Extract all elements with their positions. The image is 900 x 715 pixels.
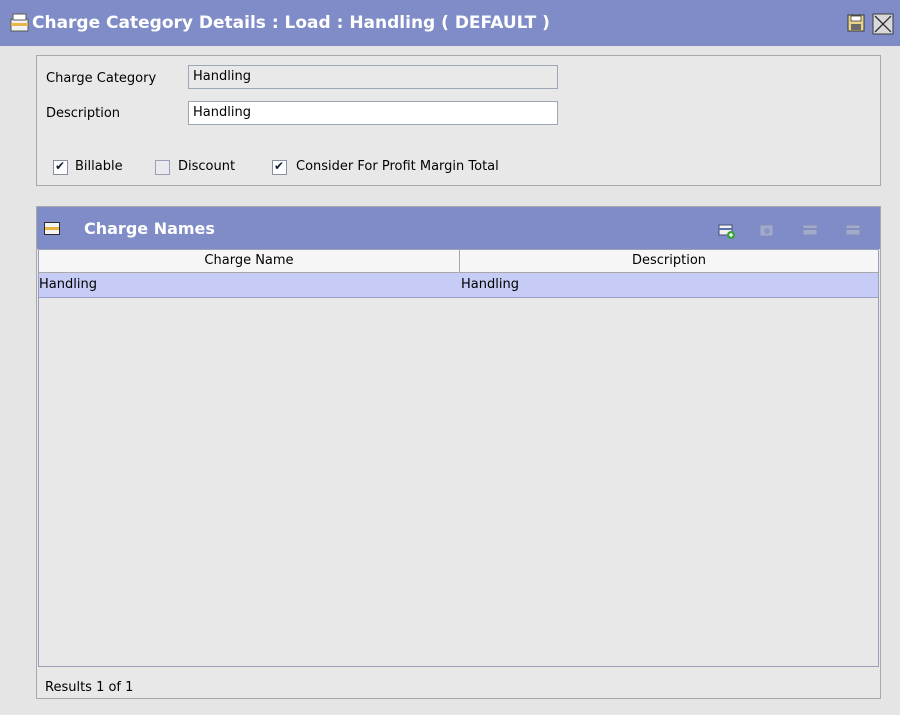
results-count: Results 1 of 1 xyxy=(45,680,134,695)
charge-category-field: Handling xyxy=(188,65,558,89)
table-header: Charge Name Description xyxy=(39,250,878,273)
save-icon[interactable] xyxy=(847,14,865,32)
column-header-charge-name[interactable]: Charge Name xyxy=(39,250,460,272)
description-label: Description xyxy=(46,106,121,121)
discount-checkbox[interactable] xyxy=(155,160,170,175)
charge-category-details-panel: Charge Category Handling Description Han… xyxy=(36,55,881,186)
billable-checkbox[interactable] xyxy=(53,159,68,175)
details-icon xyxy=(759,224,774,237)
column-header-description[interactable]: Description xyxy=(460,250,878,272)
charge-names-header: Charge Names xyxy=(37,207,880,249)
consider-profit-margin-checkbox[interactable] xyxy=(272,159,287,175)
consider-profit-margin-label: Consider For Profit Margin Total xyxy=(296,159,499,174)
delete-row-icon xyxy=(845,224,861,236)
billable-label: Billable xyxy=(75,159,123,174)
edit-row-icon xyxy=(802,224,818,236)
charge-names-table: Charge Name Description Handling Handlin… xyxy=(38,249,879,667)
collapse-panel-icon[interactable] xyxy=(44,222,60,235)
charge-category-label: Charge Category xyxy=(46,71,157,86)
cell-charge-name: Handling xyxy=(39,277,97,292)
discount-label: Discount xyxy=(178,159,236,174)
title-bar: Charge Category Details : Load : Handlin… xyxy=(0,0,900,46)
charge-category-icon xyxy=(10,13,29,32)
charge-names-title: Charge Names xyxy=(84,219,215,238)
description-field[interactable]: Handling xyxy=(188,101,558,125)
cell-description: Handling xyxy=(461,277,519,292)
charge-names-panel: Charge Names Charge Name Description Han… xyxy=(36,206,881,699)
add-row-icon[interactable] xyxy=(718,223,736,239)
table-row[interactable]: Handling Handling xyxy=(39,273,878,298)
window-title: Charge Category Details : Load : Handlin… xyxy=(32,13,550,33)
close-icon[interactable] xyxy=(872,13,894,35)
